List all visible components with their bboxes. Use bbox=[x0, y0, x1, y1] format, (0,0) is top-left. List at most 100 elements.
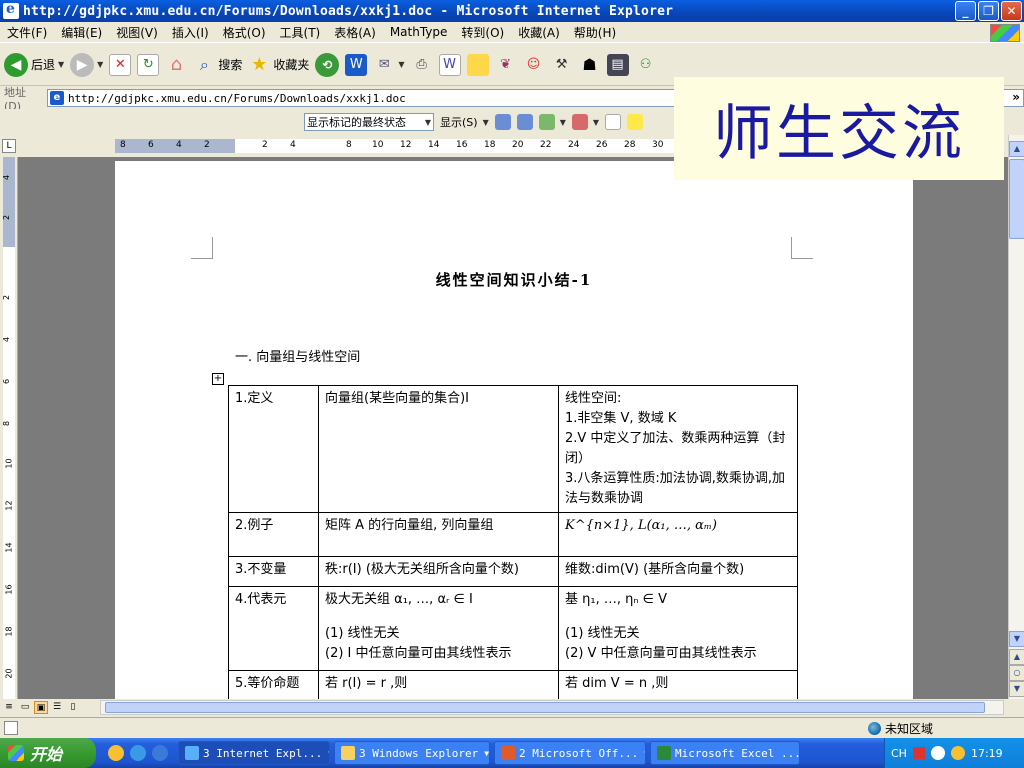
start-button[interactable]: 开始 bbox=[0, 738, 96, 768]
task-internet-explorer[interactable]: 3 Internet Expl... ▼ bbox=[178, 741, 330, 765]
table-cell: 维数:dim(V) (基所含向量个数) bbox=[558, 556, 798, 587]
markup-state-value: 显示标记的最终状态 bbox=[307, 116, 406, 129]
stop-button[interactable]: ✕ bbox=[109, 53, 132, 76]
vertical-ruler[interactable]: 4 2 2 4 6 8 10 12 14 16 18 20 bbox=[0, 157, 18, 699]
ime-icon[interactable] bbox=[912, 747, 925, 759]
web-view-button[interactable]: ▭ bbox=[18, 701, 32, 714]
task-windows-explorer[interactable]: 3 Windows Explorer ▼ bbox=[334, 741, 490, 765]
row-label: 4.代表元 bbox=[228, 586, 319, 671]
menu-goto[interactable]: 转到(O) bbox=[454, 24, 511, 41]
forward-arrow-icon: ▶ bbox=[70, 52, 95, 77]
back-button[interactable]: ◀ 后退 ▼ bbox=[4, 52, 64, 77]
ruler-number: 24 bbox=[568, 140, 580, 150]
restore-button[interactable]: ❐ bbox=[978, 1, 999, 21]
menu-table[interactable]: 表格(A) bbox=[327, 24, 383, 41]
archive-icon: ▤ bbox=[606, 53, 629, 76]
cell-line: 秩:r(I) (极大无关组所含向量个数) bbox=[325, 562, 519, 577]
next-change-button[interactable] bbox=[516, 114, 533, 130]
show-menu-button[interactable]: 显示(S) ▼ bbox=[440, 114, 489, 130]
favorites-button[interactable]: ★ 收藏夹 bbox=[248, 54, 309, 76]
chevron-down-icon: ▼ bbox=[482, 117, 489, 127]
qq-button[interactable]: ☗ bbox=[579, 54, 601, 76]
menu-insert[interactable]: 插入(I) bbox=[165, 24, 216, 41]
minimize-button[interactable]: _ bbox=[955, 1, 976, 21]
ruler-number: 8 bbox=[346, 140, 352, 150]
scroll-thumb[interactable] bbox=[1009, 159, 1024, 239]
comment-button[interactable] bbox=[605, 114, 622, 130]
previous-change-button[interactable] bbox=[494, 114, 511, 130]
document-page[interactable]: 线性空间知识小结-1 一. 向量组与线性空间 + 1.定义 向量组(某些向量的集… bbox=[115, 161, 913, 699]
search-button[interactable]: ⌕ 搜索 bbox=[193, 54, 243, 76]
word-button[interactable]: W bbox=[345, 53, 368, 76]
print-view-button[interactable]: ▣ bbox=[34, 701, 48, 714]
table-cell: 极大无关组 α₁, …, αᵣ ∈ I (1) 线性无关 (2) I 中任意向量… bbox=[318, 586, 559, 671]
taskbar: 开始 3 Internet Expl... ▼ 3 Windows Explor… bbox=[0, 738, 1024, 768]
security-shield-icon[interactable] bbox=[950, 746, 965, 760]
quicklaunch-icon[interactable] bbox=[108, 745, 124, 761]
links-chevron[interactable]: » bbox=[1012, 90, 1020, 104]
scroll-up-button[interactable]: ▲ bbox=[1009, 141, 1024, 157]
task-microsoft-excel[interactable]: Microsoft Excel ... bbox=[650, 741, 800, 765]
table-cell: 若 dim V = n ,则 bbox=[558, 670, 798, 699]
close-button[interactable]: ✕ bbox=[1001, 1, 1022, 21]
tab-selector[interactable]: L bbox=[2, 139, 16, 153]
ruler-number: 22 bbox=[540, 140, 552, 150]
ie-quicklaunch-icon[interactable] bbox=[152, 745, 168, 761]
menu-tools[interactable]: 工具(T) bbox=[273, 24, 328, 41]
menu-help[interactable]: 帮助(H) bbox=[567, 24, 623, 41]
menu-favorites[interactable]: 收藏(A) bbox=[511, 24, 567, 41]
zone-label: 未知区域 bbox=[885, 722, 934, 736]
research-button[interactable]: ❦ bbox=[495, 54, 517, 76]
cell-line: 若 r(I) = r ,则 bbox=[325, 676, 408, 691]
task-microsoft-office[interactable]: 2 Microsoft Off... ▼ bbox=[494, 741, 646, 765]
note-button[interactable] bbox=[466, 53, 489, 76]
tray-arrow-icon[interactable] bbox=[930, 746, 945, 760]
next-page-button[interactable]: ▼ bbox=[1009, 681, 1024, 697]
table-move-handle[interactable]: + bbox=[212, 373, 224, 385]
hscroll-thumb[interactable] bbox=[105, 702, 985, 713]
refresh-button[interactable]: ↻ bbox=[137, 53, 160, 76]
cell-line: 矩阵 A 的行向量组, 列向量组 bbox=[325, 518, 494, 533]
menu-edit[interactable]: 编辑(E) bbox=[54, 24, 109, 41]
menu-mathtype[interactable]: MathType bbox=[383, 25, 455, 39]
table-cell: 向量组(某些向量的集合)I bbox=[318, 385, 559, 513]
vertical-scrollbar[interactable]: ▲ ▼ ▲ ○ ▼ bbox=[1008, 135, 1024, 699]
menu-view[interactable]: 视图(V) bbox=[109, 24, 165, 41]
history-button[interactable]: ⟲ bbox=[315, 52, 340, 77]
mail-button[interactable]: ✉ ▼ bbox=[373, 54, 405, 76]
accept-change-button[interactable]: ▼ bbox=[538, 114, 566, 130]
ruler-number: 30 bbox=[652, 140, 664, 150]
reject-change-button[interactable]: ▼ bbox=[571, 114, 599, 130]
home-button[interactable]: ⌂ bbox=[165, 54, 187, 76]
menu-file[interactable]: 文件(F) bbox=[0, 24, 54, 41]
chevron-down-icon: ▼ bbox=[484, 748, 490, 758]
highlight-button[interactable] bbox=[627, 114, 644, 130]
archive-button[interactable]: ▤ bbox=[606, 53, 629, 76]
table-row: 5.等价命题 若 r(I) = r ,则 若 dim V = n ,则 bbox=[228, 670, 798, 699]
contacts-icon: ⚇ bbox=[639, 57, 652, 72]
normal-view-button[interactable]: ≡ bbox=[2, 701, 16, 714]
browse-object-button[interactable]: ○ bbox=[1009, 665, 1024, 681]
word-icon: W bbox=[345, 53, 368, 76]
history-icon: ⟲ bbox=[315, 52, 340, 77]
ie-quicklaunch-icon[interactable] bbox=[130, 745, 146, 761]
scroll-down-button[interactable]: ▼ bbox=[1009, 631, 1024, 647]
tool-button[interactable]: ⚒ bbox=[551, 54, 573, 76]
table-cell: K^{n×1}, L(α₁, …, αₘ) bbox=[558, 512, 798, 557]
ruler-number: 28 bbox=[624, 140, 636, 150]
language-indicator[interactable]: CH bbox=[891, 747, 907, 760]
edit-button[interactable]: W bbox=[438, 53, 461, 76]
reading-view-button[interactable]: ▯ bbox=[66, 701, 80, 714]
outline-view-button[interactable]: ☰ bbox=[50, 701, 64, 714]
previous-page-button[interactable]: ▲ bbox=[1009, 649, 1024, 665]
print-button[interactable]: ⎙ bbox=[411, 54, 433, 76]
messenger-button[interactable]: ☺ bbox=[523, 54, 545, 76]
highlight-icon bbox=[627, 114, 644, 130]
forward-button[interactable]: ▶ ▼ bbox=[70, 52, 103, 77]
ruler-number: 2 bbox=[204, 140, 210, 150]
horizontal-scrollbar[interactable] bbox=[100, 700, 1004, 715]
document-area[interactable]: 线性空间知识小结-1 一. 向量组与线性空间 + 1.定义 向量组(某些向量的集… bbox=[18, 157, 1008, 699]
menu-format[interactable]: 格式(O) bbox=[216, 24, 273, 41]
contacts-button[interactable]: ⚇ bbox=[635, 54, 657, 76]
markup-state-select[interactable]: 显示标记的最终状态 ▼ bbox=[304, 113, 434, 131]
